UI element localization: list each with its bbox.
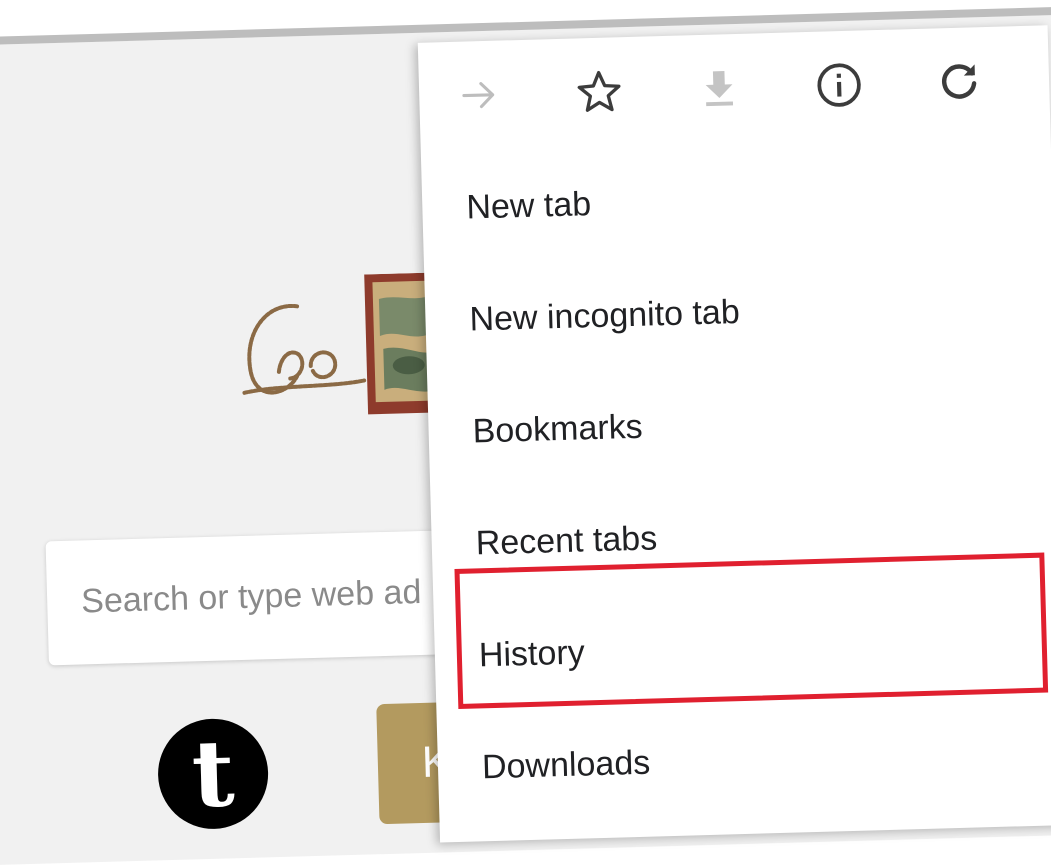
forward-arrow-icon[interactable] xyxy=(446,62,512,128)
menu-item-label: Downloads xyxy=(481,743,651,786)
menu-item-label: Recent tabs xyxy=(475,518,658,562)
menu-item-label: New incognito tab xyxy=(468,292,741,339)
menu-item-downloads[interactable]: Downloads xyxy=(436,696,1039,825)
overflow-menu: New tab New incognito tab Bookmarks Rece… xyxy=(417,25,1051,843)
star-icon[interactable] xyxy=(566,59,632,125)
shortcut-tile-letter: t xyxy=(190,719,236,829)
reload-icon[interactable] xyxy=(926,49,992,115)
forward-arrow-glyph xyxy=(462,82,495,109)
menu-toolbar xyxy=(418,25,1051,153)
menu-item-label: Bookmarks xyxy=(472,407,644,450)
menu-item-bookmarks[interactable]: Bookmarks xyxy=(427,360,1030,489)
star-glyph xyxy=(577,70,621,112)
reload-glyph xyxy=(942,64,977,99)
doodle-script-logo xyxy=(242,304,367,395)
menu-item-new-incognito-tab[interactable]: New incognito tab xyxy=(424,248,1027,377)
info-glyph xyxy=(817,63,861,107)
download-icon[interactable] xyxy=(686,56,752,122)
menu-item-label: New tab xyxy=(465,184,592,227)
omnibox-search-field[interactable]: Search or type web ad xyxy=(45,529,489,666)
screen: Search or type web ad t K New tab New in… xyxy=(0,0,1051,865)
history-highlight-box xyxy=(454,552,1049,709)
menu-item-new-tab[interactable]: New tab xyxy=(421,136,1024,265)
download-glyph xyxy=(705,71,734,107)
search-placeholder: Search or type web ad xyxy=(80,572,422,621)
info-icon[interactable] xyxy=(806,52,872,118)
